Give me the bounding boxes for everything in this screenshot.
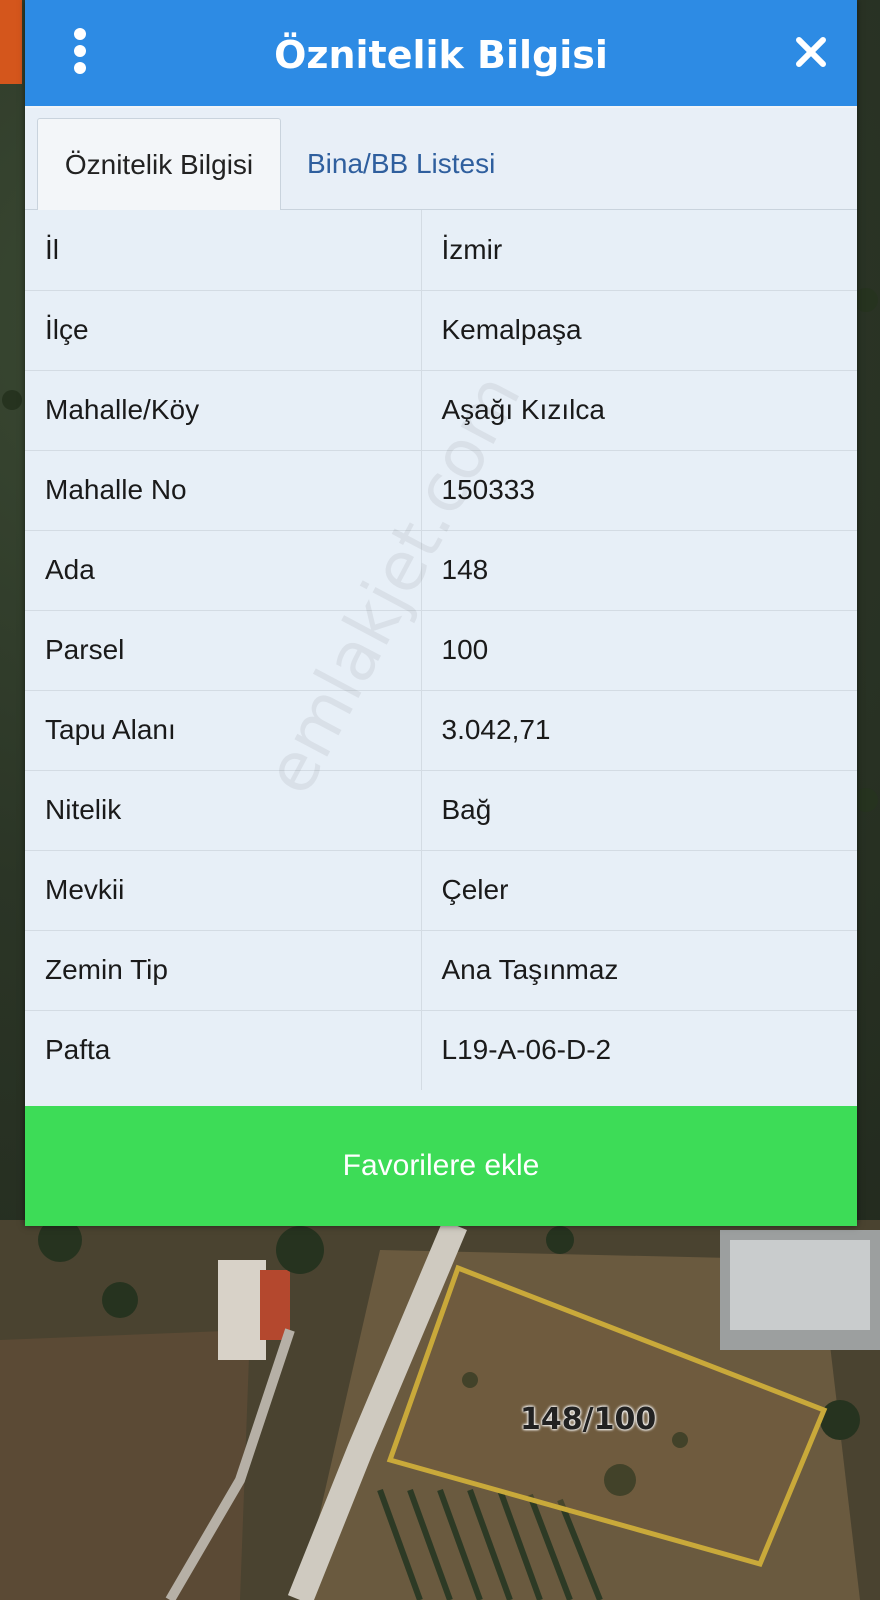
attribute-key: Nitelik [25, 770, 422, 851]
attribute-key: Parsel [25, 610, 422, 691]
attribute-key: İlçe [25, 290, 422, 371]
attribute-key: Mevkii [25, 850, 422, 931]
attribute-value: 148 [421, 530, 857, 611]
attribute-value: İzmir [421, 210, 857, 291]
table-row: Tapu Alanı 3.042,71 [25, 690, 857, 771]
dialog-title: Öznitelik Bilgisi [274, 33, 608, 77]
attribute-key: Pafta [25, 1010, 422, 1090]
tab-attribute-info[interactable]: Öznitelik Bilgisi [37, 118, 281, 210]
attribute-value: L19-A-06-D-2 [441, 1034, 612, 1066]
attribute-dialog: Öznitelik Bilgisi Öznitelik Bilgisi Bina… [25, 0, 857, 1226]
attribute-value: Aşağı Kızılca [421, 370, 857, 451]
table-row: İlçe Kemalpaşa [25, 290, 857, 371]
table-row: Pafta L19-A-06-D-2 [25, 1010, 857, 1090]
attribute-value: 150333 [421, 450, 857, 531]
attribute-key: Mahalle/Köy [25, 370, 422, 451]
table-row: Zemin Tip Ana Taşınmaz [25, 930, 857, 1011]
map-edge-strip [0, 0, 22, 84]
table-row: Mahalle No 150333 [25, 450, 857, 531]
close-icon[interactable] [791, 32, 831, 72]
dialog-header: Öznitelik Bilgisi [25, 0, 857, 108]
tab-building-list[interactable]: Bina/BB Listesi [307, 118, 495, 210]
table-row: Ada 148 [25, 530, 857, 611]
attribute-value: 100 [421, 610, 857, 691]
attribute-key: Ada [25, 530, 422, 611]
attribute-value: Çeler [421, 850, 857, 931]
attribute-value: Ana Taşınmaz [421, 930, 857, 1011]
tab-bar: Öznitelik Bilgisi Bina/BB Listesi [25, 108, 857, 210]
table-row: Nitelik Bağ [25, 770, 857, 851]
attribute-key: Mahalle No [25, 450, 422, 531]
attribute-key: Zemin Tip [25, 930, 422, 1011]
add-to-favorites-button[interactable]: Favorilere ekle [25, 1106, 857, 1226]
attribute-value: 3.042,71 [421, 690, 857, 771]
attribute-key: İl [25, 210, 422, 291]
table-row: Mahalle/Köy Aşağı Kızılca [25, 370, 857, 451]
attribute-value: Kemalpaşa [421, 290, 857, 371]
table-row: Parsel 100 [25, 610, 857, 691]
table-row: Mevkii Çeler [25, 850, 857, 931]
attribute-table: İl İzmir İlçe Kemalpaşa Mahalle/Köy Aşağ… [25, 210, 857, 1090]
attribute-key: Tapu Alanı [25, 690, 422, 771]
attribute-value: Bağ [421, 770, 857, 851]
parcel-label: 148/100 [520, 1402, 657, 1437]
table-row: İl İzmir [25, 210, 857, 291]
